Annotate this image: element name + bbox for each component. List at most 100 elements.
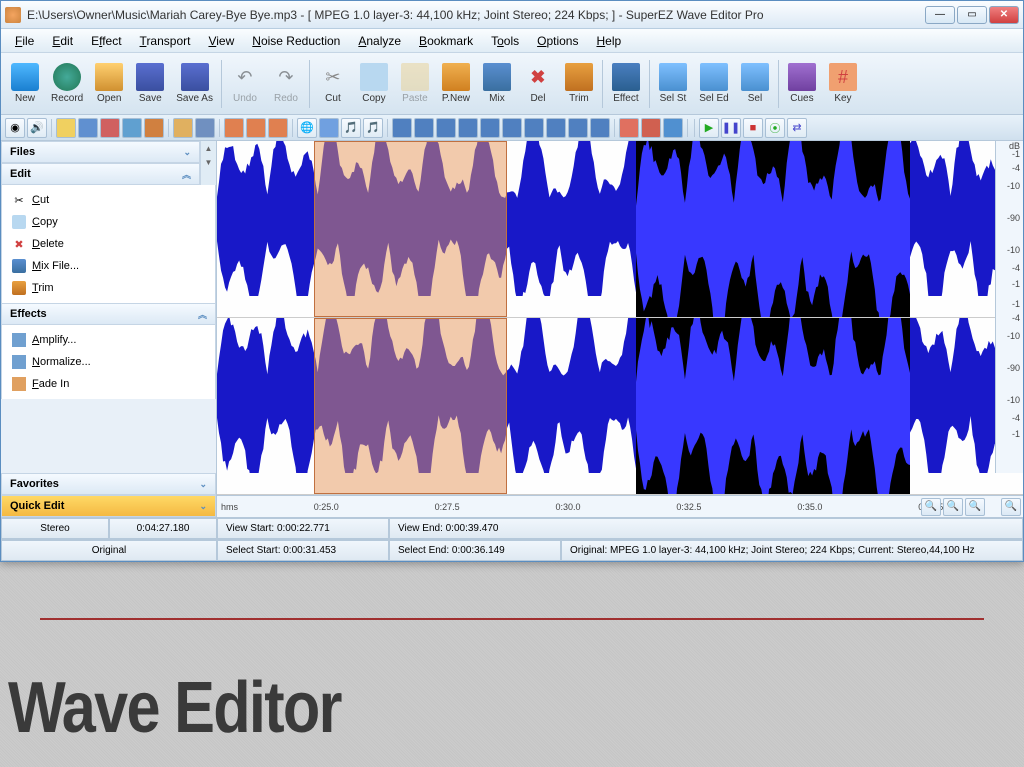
sidebar-item-delete[interactable]: ✖Delete: [2, 233, 215, 255]
st-btn-27[interactable]: [619, 118, 639, 138]
edit-panel-header[interactable]: Edit︽: [1, 163, 200, 185]
quickedit-panel-header[interactable]: Quick Edit⌄: [1, 495, 216, 517]
st-btn-20[interactable]: [458, 118, 478, 138]
st-btn-29[interactable]: [663, 118, 683, 138]
scroll-down-icon[interactable]: ▼: [201, 155, 216, 169]
seled-button[interactable]: Sel Ed: [694, 56, 734, 112]
st-btn-24[interactable]: [546, 118, 566, 138]
stop-button[interactable]: ■: [743, 118, 763, 138]
selection-region-1b[interactable]: [314, 318, 507, 494]
st-btn-4[interactable]: [78, 118, 98, 138]
status-original: Original: [1, 540, 217, 561]
sidebar-item-normalize[interactable]: Normalize...: [2, 351, 215, 373]
sidebar-item-fadein[interactable]: Fade In: [2, 373, 215, 395]
toolbar-separator: [649, 60, 650, 108]
cut-button[interactable]: ✂Cut: [313, 56, 353, 112]
st-btn-21[interactable]: [480, 118, 500, 138]
st-btn-11[interactable]: [246, 118, 266, 138]
st-btn-25[interactable]: [568, 118, 588, 138]
st-btn-9[interactable]: [195, 118, 215, 138]
zoom-in-button[interactable]: 🔍: [921, 498, 941, 516]
selection-region-2[interactable]: [636, 141, 910, 317]
pnew-button[interactable]: P.New: [436, 56, 476, 112]
menu-analyze[interactable]: Analyze: [350, 32, 409, 50]
waveform-inverted: [636, 318, 910, 494]
st-btn-17[interactable]: [392, 118, 412, 138]
st-btn-22[interactable]: [502, 118, 522, 138]
st-btn-2[interactable]: 🔊: [27, 118, 47, 138]
undo-button[interactable]: ↶Undo: [225, 56, 265, 112]
st-btn-18[interactable]: [414, 118, 434, 138]
saveas-button[interactable]: Save As: [171, 56, 218, 112]
waveform-display[interactable]: dB -1 -4 -10 -90 -10 -4 -1 -1 -4 -10 -90…: [217, 141, 1023, 495]
zoom-fit-button[interactable]: 🔍: [1001, 498, 1021, 516]
timeline[interactable]: hms 0:25.0 0:27.5 0:30.0 0:32.5 0:35.0 0…: [217, 495, 1023, 517]
save-button[interactable]: Save: [130, 56, 170, 112]
menu-transport[interactable]: Transport: [132, 32, 199, 50]
st-btn-3[interactable]: [56, 118, 76, 138]
st-btn-26[interactable]: [590, 118, 610, 138]
menu-bookmark[interactable]: Bookmark: [411, 32, 481, 50]
selection-region-2b[interactable]: [636, 318, 910, 494]
st-btn-12[interactable]: [268, 118, 288, 138]
st-btn-16[interactable]: 🎵: [363, 118, 383, 138]
redo-button[interactable]: ↷Redo: [266, 56, 306, 112]
trim-button[interactable]: Trim: [559, 56, 599, 112]
menu-view[interactable]: View: [200, 32, 242, 50]
seled-icon: [700, 63, 728, 91]
st-btn-1[interactable]: ◉: [5, 118, 25, 138]
mix-button[interactable]: Mix: [477, 56, 517, 112]
del-button[interactable]: ✖Del: [518, 56, 558, 112]
st-btn-23[interactable]: [524, 118, 544, 138]
sidebar-item-mix[interactable]: Mix File...: [2, 255, 215, 277]
play-button[interactable]: ▶: [699, 118, 719, 138]
sel-button[interactable]: Sel: [735, 56, 775, 112]
effect-icon: [612, 63, 640, 91]
st-btn-5[interactable]: [100, 118, 120, 138]
open-button[interactable]: Open: [89, 56, 129, 112]
st-btn-15[interactable]: 🎵: [341, 118, 361, 138]
menu-tools[interactable]: Tools: [483, 32, 527, 50]
sidebar-item-copy[interactable]: Copy: [2, 211, 215, 233]
amplify-icon: [12, 333, 26, 347]
close-button[interactable]: ✕: [989, 6, 1019, 24]
menu-noise[interactable]: Noise Reduction: [244, 32, 348, 50]
st-btn-8[interactable]: [173, 118, 193, 138]
menu-edit[interactable]: Edit: [44, 32, 81, 50]
effect-button[interactable]: Effect: [606, 56, 646, 112]
st-btn-14[interactable]: [319, 118, 339, 138]
titlebar[interactable]: E:\Users\Owner\Music\Mariah Carey-Bye By…: [1, 1, 1023, 29]
loop-button[interactable]: ⇄: [787, 118, 807, 138]
sidebar-item-trim[interactable]: Trim: [2, 277, 215, 299]
st-btn-19[interactable]: [436, 118, 456, 138]
cues-button[interactable]: Cues: [782, 56, 822, 112]
key-button[interactable]: #Key: [823, 56, 863, 112]
st-btn-13[interactable]: 🌐: [297, 118, 317, 138]
menu-options[interactable]: Options: [529, 32, 586, 50]
scroll-up-icon[interactable]: ▲: [201, 141, 216, 155]
sidebar-item-cut[interactable]: ✂Cut: [2, 189, 215, 211]
files-panel-header[interactable]: Files⌄: [1, 141, 200, 163]
zoom-sel-button[interactable]: 🔍: [965, 498, 985, 516]
record-button[interactable]: Record: [46, 56, 88, 112]
copy-button[interactable]: Copy: [354, 56, 394, 112]
minimize-button[interactable]: —: [925, 6, 955, 24]
maximize-button[interactable]: ▭: [957, 6, 987, 24]
st-btn-6[interactable]: [122, 118, 142, 138]
sidebar-item-amplify[interactable]: Amplify...: [2, 329, 215, 351]
selection-region-1[interactable]: [314, 141, 507, 317]
zoom-out-button[interactable]: 🔍: [943, 498, 963, 516]
st-btn-28[interactable]: [641, 118, 661, 138]
paste-button[interactable]: Paste: [395, 56, 435, 112]
menu-help[interactable]: Help: [588, 32, 629, 50]
menu-effect[interactable]: Effect: [83, 32, 129, 50]
selst-button[interactable]: Sel St: [653, 56, 693, 112]
new-button[interactable]: New: [5, 56, 45, 112]
playloop-button[interactable]: ⦿: [765, 118, 785, 138]
pause-button[interactable]: ❚❚: [721, 118, 741, 138]
st-btn-10[interactable]: [224, 118, 244, 138]
st-btn-7[interactable]: [144, 118, 164, 138]
favorites-panel-header[interactable]: Favorites⌄: [1, 473, 216, 495]
effects-panel-header[interactable]: Effects︽: [1, 303, 216, 325]
menu-file[interactable]: File: [7, 32, 42, 50]
